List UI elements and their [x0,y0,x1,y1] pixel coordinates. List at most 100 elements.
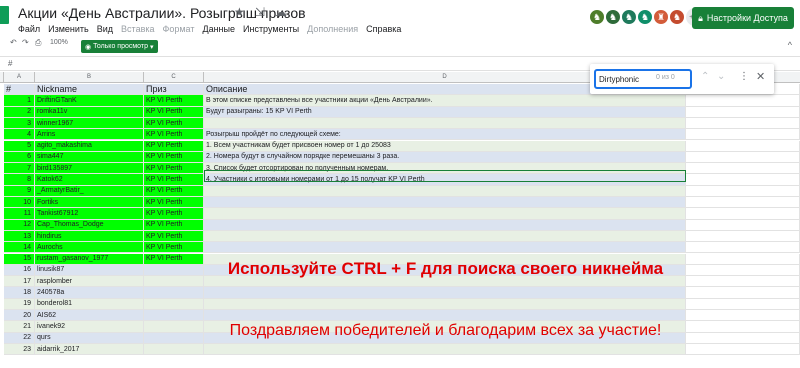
row-number-cell[interactable]: 17 [4,276,35,288]
nickname-cell[interactable]: Aurochs [35,242,144,254]
description-cell[interactable] [204,197,686,209]
menu-addons[interactable]: Дополнения [307,24,358,34]
description-cell[interactable] [204,230,686,243]
description-cell[interactable] [204,185,686,197]
find-more-options-icon[interactable]: ⋮ [739,71,749,82]
redo-icon[interactable]: ↷ [22,38,29,47]
cloud-icon[interactable]: ☁ [275,5,287,19]
description-cell[interactable]: 1. Всем участникам будет присвоен номер … [204,140,686,152]
empty-cell[interactable] [686,230,800,243]
find-next-icon[interactable]: ⌄ [717,71,725,82]
nickname-cell[interactable]: DriftinGTanK [35,95,144,107]
header-cell[interactable]: Nickname [35,84,144,96]
description-cell[interactable]: Будут разыграны: 15 KP VI Perth [204,106,686,118]
nickname-cell[interactable]: hindirus [35,230,144,243]
empty-cell[interactable] [686,253,800,265]
row-number-cell[interactable]: 3 [4,117,35,130]
description-cell[interactable] [204,208,686,220]
description-cell[interactable] [204,343,686,356]
empty-cell[interactable] [686,242,800,254]
menu-edit[interactable]: Изменить [48,24,89,34]
prize-cell[interactable] [144,332,204,344]
row-number-cell[interactable]: 18 [4,287,35,299]
nickname-cell[interactable]: bird135897 [35,163,144,175]
description-cell[interactable] [204,310,686,322]
nickname-cell[interactable]: ivanek92 [35,321,144,333]
nickname-cell[interactable]: rasplomber [35,276,144,288]
share-settings-button[interactable]: 🔒︎ Настройки Доступа [692,7,794,29]
nickname-cell[interactable]: aidarrik_2017 [35,343,144,356]
header-cell[interactable]: # [4,84,35,96]
empty-cell[interactable] [686,151,800,164]
row-number-cell[interactable]: 15 [4,253,35,265]
prize-cell[interactable] [144,310,204,322]
prize-cell[interactable] [144,264,204,277]
prize-cell[interactable]: KP VI Perth [144,230,204,243]
row-number-cell[interactable]: 19 [4,298,35,310]
nickname-cell[interactable]: Arrins [35,129,144,141]
row-number-cell[interactable]: 23 [4,343,35,356]
menu-insert[interactable]: Вставка [121,24,154,34]
empty-cell[interactable] [686,343,800,356]
sheets-logo[interactable] [0,0,17,34]
nickname-cell[interactable]: winner1967 [35,117,144,130]
description-cell[interactable]: Розыгрыш пройдёт по следующей схеме: [204,129,686,141]
undo-icon[interactable]: ↶ [10,38,17,47]
empty-cell[interactable] [686,95,800,107]
nickname-cell[interactable]: Cap_Thomas_Dodge [35,219,144,231]
empty-cell[interactable] [686,106,800,118]
empty-cell[interactable] [686,321,800,333]
empty-cell[interactable] [686,140,800,152]
prize-cell[interactable]: KP VI Perth [144,219,204,231]
nickname-cell[interactable]: romka11v [35,106,144,118]
description-cell[interactable]: В этом списке представлены все участники… [204,95,686,107]
menu-help[interactable]: Справка [366,24,401,34]
nickname-cell[interactable]: sima447 [35,151,144,164]
empty-cell[interactable] [686,185,800,197]
column-header-c[interactable]: C [144,72,204,83]
prize-cell[interactable] [144,321,204,333]
empty-cell[interactable] [686,276,800,288]
prize-cell[interactable]: KP VI Perth [144,140,204,152]
nickname-cell[interactable]: qurs [35,332,144,344]
prize-cell[interactable] [144,287,204,299]
row-number-cell[interactable]: 16 [4,264,35,277]
nickname-cell[interactable]: bonderol81 [35,298,144,310]
nickname-cell[interactable]: rustam_gasanov_1977 [35,253,144,265]
empty-cell[interactable] [686,117,800,130]
row-number-cell[interactable]: 11 [4,208,35,220]
nickname-cell[interactable]: _ArmatyrBatir_ [35,185,144,197]
empty-cell[interactable] [686,197,800,209]
row-number-cell[interactable]: 14 [4,242,35,254]
view-only-button[interactable]: ◉ Только просмотр ▾ [81,40,158,53]
menu-format[interactable]: Формат [163,24,195,34]
description-cell[interactable] [204,117,686,130]
description-cell[interactable] [204,219,686,231]
row-number-cell[interactable]: 6 [4,151,35,164]
empty-cell[interactable] [686,298,800,310]
nickname-cell[interactable]: Katok62 [35,174,144,186]
row-number-cell[interactable]: 10 [4,197,35,209]
empty-cell[interactable] [686,332,800,344]
prize-cell[interactable]: KP VI Perth [144,185,204,197]
description-cell[interactable]: 2. Номера будут в случайном порядке пере… [204,151,686,164]
header-cell[interactable]: Приз [144,84,204,96]
prize-cell[interactable] [144,298,204,310]
prize-cell[interactable]: KP VI Perth [144,129,204,141]
empty-cell[interactable] [686,219,800,231]
zoom-select[interactable]: 100% [50,39,68,46]
nickname-cell[interactable]: 240578a [35,287,144,299]
row-number-cell[interactable]: 7 [4,163,35,175]
menu-file[interactable]: Файл [18,24,40,34]
find-previous-icon[interactable]: ⌃ [701,71,709,82]
description-cell[interactable] [204,298,686,310]
nickname-cell[interactable]: Fortiks [35,197,144,209]
prize-cell[interactable]: KP VI Perth [144,197,204,209]
nickname-cell[interactable]: Tankist67912 [35,208,144,220]
move-icon[interactable]: ⇲ [255,5,265,19]
description-cell[interactable] [204,242,686,254]
empty-cell[interactable] [686,174,800,186]
find-input[interactable]: Dirtyphonic [594,69,692,89]
row-number-cell[interactable]: 13 [4,230,35,243]
nickname-cell[interactable]: agito_makashima [35,140,144,152]
